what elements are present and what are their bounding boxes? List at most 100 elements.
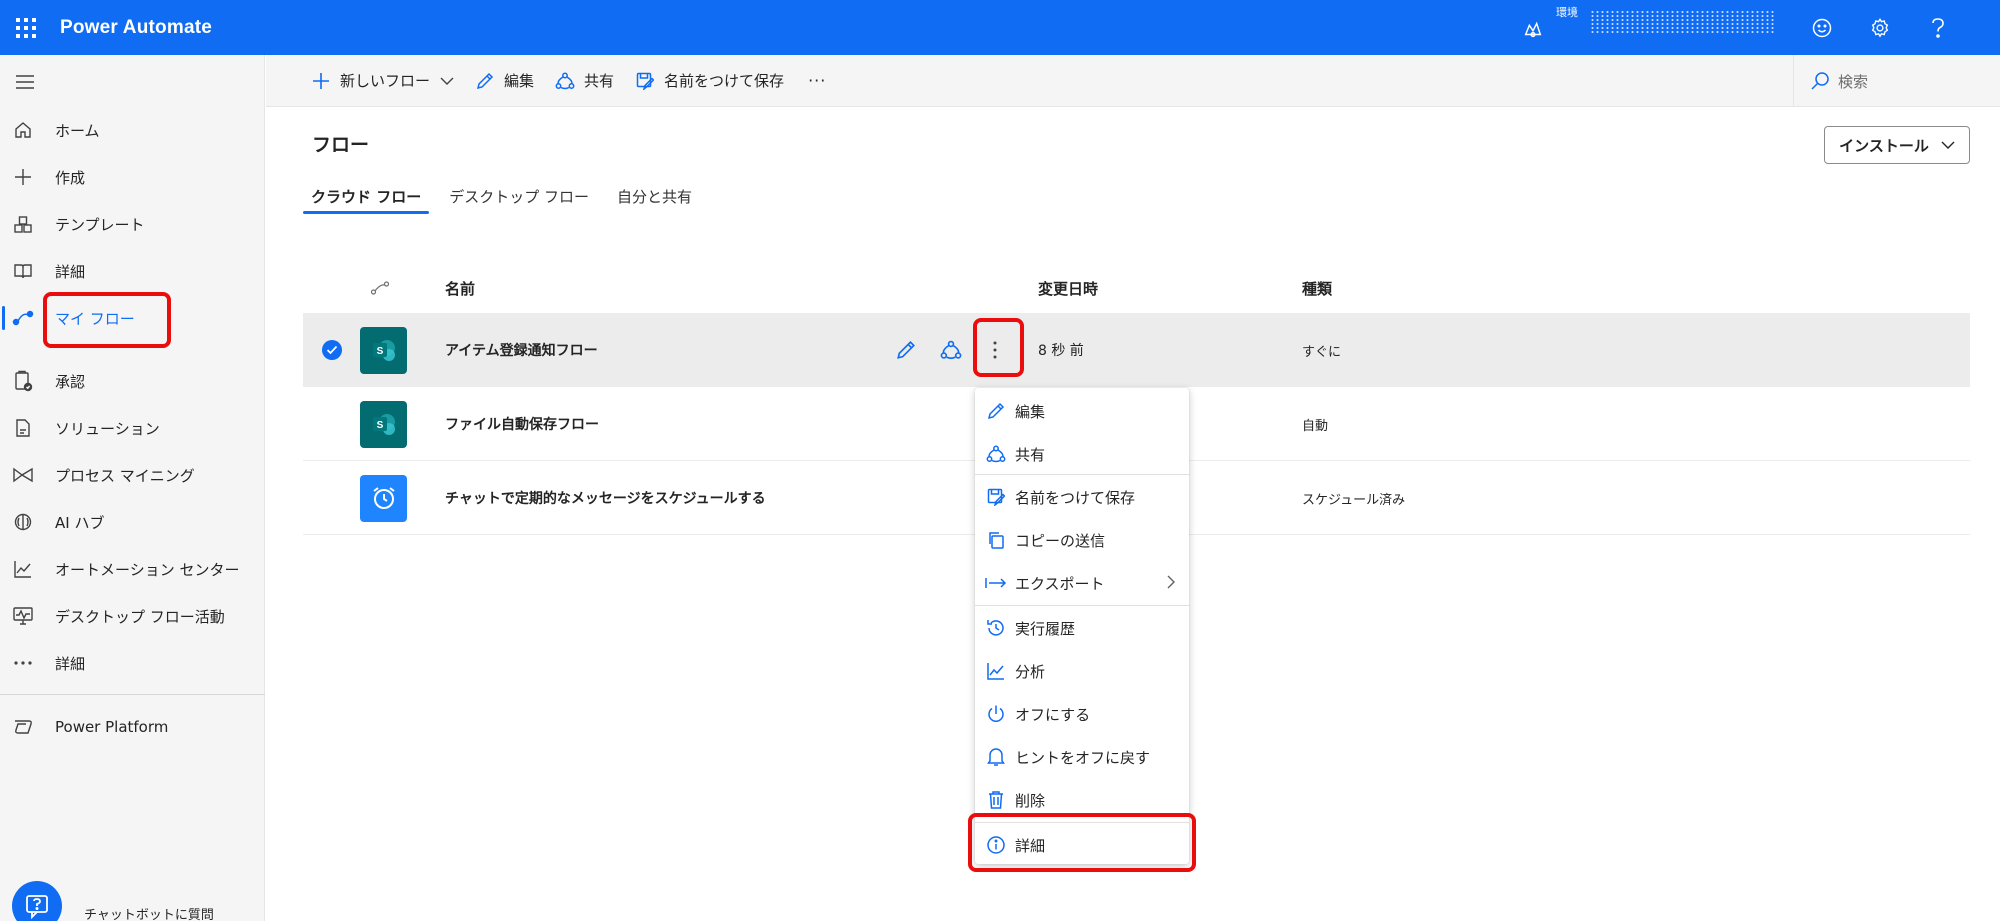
menu-divider — [975, 605, 1189, 606]
menu-item-label: 分析 — [1015, 662, 1046, 681]
menu-item-analytics[interactable]: 分析 — [975, 650, 1189, 692]
nav-label: プロセス マイニング — [55, 466, 195, 485]
flow-name[interactable]: チャットで定期的なメッセージをスケジュールする — [445, 461, 766, 535]
flow-name[interactable]: ファイル自動保存フロー — [445, 387, 599, 461]
menu-item-label: 編集 — [1015, 402, 1046, 421]
menu-item-run-history[interactable]: 実行履歴 — [975, 607, 1189, 649]
edit-label: 編集 — [504, 72, 535, 90]
export-icon — [985, 572, 1007, 594]
column-header-name[interactable]: 名前 — [445, 278, 475, 299]
nav-label: マイ フロー — [55, 309, 135, 328]
nav-more[interactable]: 詳細 — [0, 643, 265, 683]
menu-item-label: エクスポート — [1015, 574, 1105, 593]
hamburger-menu-icon[interactable] — [14, 71, 36, 93]
flow-modified: 8 秒 前 — [1038, 343, 1084, 359]
environment-label: 環境 — [1556, 6, 1578, 19]
install-button[interactable]: インストール — [1824, 126, 1970, 164]
search-icon — [1811, 72, 1829, 90]
trash-icon — [985, 789, 1007, 811]
nav-solutions[interactable]: ソリューション — [0, 408, 265, 448]
menu-item-send-copy[interactable]: コピーの送信 — [975, 519, 1189, 561]
row-share-button[interactable] — [940, 313, 962, 387]
nav-create[interactable]: 作成 — [0, 157, 265, 197]
new-flow-button[interactable]: 新しいフロー — [310, 55, 454, 107]
flow-type: 自動 — [1302, 418, 1329, 434]
nav-power-platform[interactable]: Power Platform — [0, 707, 265, 747]
tab-cloud-flows[interactable]: クラウド フロー — [303, 180, 430, 214]
nav-label: テンプレート — [55, 215, 145, 234]
menu-item-turn-off[interactable]: オフにする — [975, 693, 1189, 735]
app-title[interactable]: Power Automate — [60, 17, 212, 39]
pencil-icon — [985, 400, 1007, 422]
menu-item-edit[interactable]: 編集 — [975, 390, 1189, 432]
nav-process-mining[interactable]: プロセス マイニング — [0, 455, 265, 495]
checkmark-icon — [322, 340, 342, 360]
more-commands-button[interactable]: ··· — [804, 55, 826, 107]
svg-text:S: S — [376, 346, 383, 357]
menu-item-label: 実行履歴 — [1015, 619, 1076, 638]
save-as-button[interactable]: 名前をつけて保存 — [634, 55, 784, 107]
left-navigation: ホーム 作成 テンプレート 詳細 マイ フロー 承認 ソリューション プロセス … — [0, 55, 265, 921]
nav-my-flows[interactable]: マイ フロー — [0, 298, 265, 338]
plus-icon — [310, 70, 332, 92]
menu-item-delete[interactable]: 削除 — [975, 779, 1189, 821]
solution-icon — [11, 416, 35, 440]
power-icon — [985, 703, 1007, 725]
save-as-icon — [985, 486, 1007, 508]
feedback-smiley-icon[interactable] — [1810, 16, 1834, 40]
row-edit-button[interactable] — [896, 313, 916, 387]
chevron-right-icon — [1167, 575, 1175, 589]
flow-tabs: クラウド フロー デスクトップ フロー 自分と共有 — [303, 180, 712, 214]
save-as-label: 名前をつけて保存 — [664, 72, 785, 90]
row-more-actions-button[interactable] — [992, 313, 998, 387]
chatbot-question-icon — [26, 895, 48, 919]
menu-item-save-as[interactable]: 名前をつけて保存 — [975, 476, 1189, 518]
help-question-icon[interactable] — [1926, 16, 1950, 40]
column-header-modified[interactable]: 変更日時 — [1038, 278, 1098, 299]
chatbot-button[interactable] — [12, 881, 62, 921]
nav-desktop-flow-activity[interactable]: デスクトップ フロー活動 — [0, 596, 265, 636]
history-icon — [985, 617, 1007, 639]
monitor-icon — [11, 604, 35, 628]
menu-item-label: 共有 — [1015, 445, 1046, 464]
row-select-checkbox[interactable] — [322, 313, 342, 387]
more-commands-icon: ··· — [808, 71, 827, 90]
nav-home[interactable]: ホーム — [0, 110, 265, 150]
sidebar-divider — [0, 694, 265, 695]
nav-templates[interactable]: テンプレート — [0, 204, 265, 244]
search-placeholder: 検索 — [1838, 72, 1869, 91]
column-header-type[interactable]: 種類 — [1302, 278, 1332, 299]
table-row[interactable]: S アイテム登録通知フロー 8 秒 前 すぐに — [303, 313, 1970, 387]
environment-icon — [1524, 21, 1542, 38]
share-button[interactable]: 共有 — [554, 55, 614, 107]
menu-item-reset-hints[interactable]: ヒントをオフに戻す — [975, 736, 1189, 778]
plus-icon — [11, 165, 35, 189]
power-platform-icon — [11, 715, 35, 739]
menu-item-details[interactable]: 詳細 — [975, 824, 1189, 866]
nav-ai-hub[interactable]: AI ハブ — [0, 502, 265, 542]
nav-approvals[interactable]: 承認 — [0, 361, 265, 401]
settings-gear-icon[interactable] — [1868, 16, 1892, 40]
app-tile-cell — [360, 461, 407, 535]
environment-name-redacted — [1590, 10, 1775, 34]
app-launcher-icon[interactable] — [14, 16, 38, 40]
search-box[interactable]: 検索 — [1793, 55, 2000, 107]
menu-item-export[interactable]: エクスポート — [975, 562, 1189, 604]
alarm-clock-icon — [360, 474, 407, 522]
nav-automation-center[interactable]: オートメーション センター — [0, 549, 265, 589]
share-icon — [940, 340, 962, 360]
nav-label: 承認 — [55, 372, 86, 391]
menu-item-label: 削除 — [1015, 791, 1046, 810]
flow-type-column-icon[interactable] — [370, 280, 390, 296]
approval-icon — [11, 369, 35, 393]
edit-button[interactable]: 編集 — [474, 55, 534, 107]
tab-shared-with-me[interactable]: 自分と共有 — [609, 180, 700, 214]
environment-picker[interactable]: 環境 — [1522, 6, 1775, 50]
flow-name[interactable]: アイテム登録通知フロー — [445, 313, 598, 387]
ai-hub-icon — [11, 510, 35, 534]
bell-icon — [985, 746, 1007, 768]
tab-desktop-flows[interactable]: デスクトップ フロー — [441, 180, 597, 214]
nav-learn[interactable]: 詳細 — [0, 251, 265, 291]
menu-divider — [975, 822, 1189, 823]
menu-item-share[interactable]: 共有 — [975, 433, 1189, 475]
